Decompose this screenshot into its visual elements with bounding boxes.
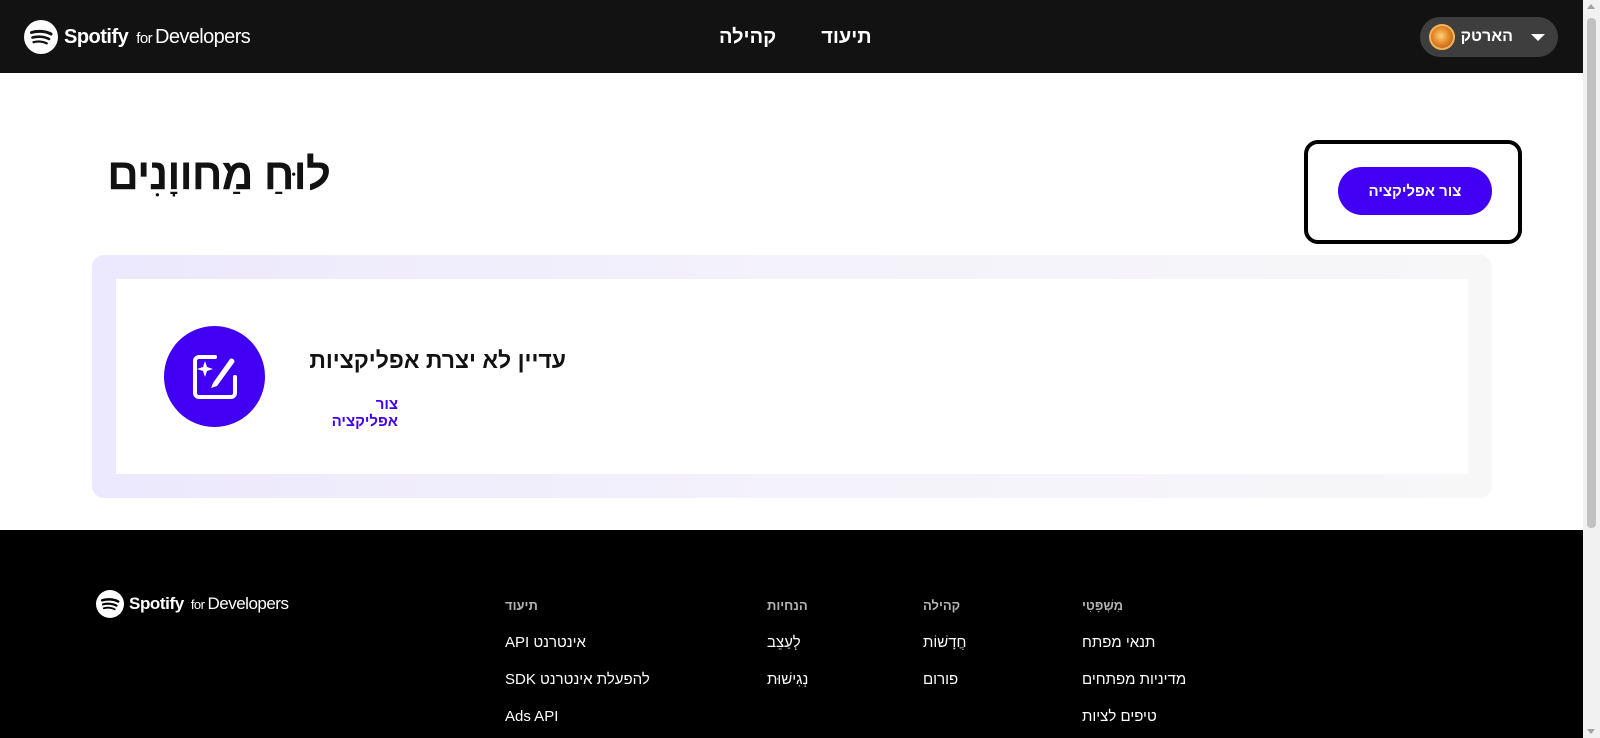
empty-state-card: עדיין לא יצרת אפליקציות צור אפליקציה [116,279,1468,474]
footer-brand-suffix: for Developers [191,594,289,614]
footer-link-forum[interactable]: פורום [923,671,966,689]
create-app-icon [164,326,265,427]
brand-developers: Developers [155,25,251,48]
create-app-button[interactable]: צור אפליקציה [1338,167,1492,215]
page: Spotify for Developers קהילה תיעוד הארטק … [0,0,1583,738]
empty-state-title: עדיין לא יצרת אפליקציות [309,347,566,373]
main-nav: קהילה תיעוד [719,26,872,49]
footer-link-web-api[interactable]: API אינטרנט [505,634,650,652]
footer-link-accessibility[interactable]: נְגִישׁוּת [767,671,808,689]
top-header: Spotify for Developers קהילה תיעוד הארטק [0,0,1583,73]
footer-link-ads-api[interactable]: Ads API [505,708,650,726]
spotify-logo-icon [96,590,124,618]
scrollbar-thumb[interactable] [1587,18,1596,528]
footer-link-design[interactable]: לְעַצֵב [767,634,808,652]
spotify-developers-logo[interactable]: Spotify for Developers [24,20,251,54]
scroll-down-arrow-icon[interactable] [1587,729,1595,734]
brand-suffix: for Developers [136,26,250,49]
footer-spotify-developers-logo[interactable]: Spotify for Developers [96,590,289,618]
empty-state-panel: עדיין לא יצרת אפליקציות צור אפליקציה [92,255,1492,498]
brand-for: for [136,29,152,47]
footer-link-developer-terms[interactable]: תנאי מפתח [1082,634,1186,652]
scroll-up-arrow-icon[interactable] [1587,4,1595,9]
footer-brand-name: Spotify [129,594,184,613]
edit-sparkle-icon [193,355,237,399]
footer-link-web-playback-sdk[interactable]: SDK להפעלת אינטרנט [505,671,650,689]
create-app-link[interactable]: צור אפליקציה [306,396,398,430]
footer-heading-legal: מִשְׁפָּטִי [1082,598,1124,613]
avatar [1429,24,1455,50]
brand-name: Spotify [64,25,129,48]
chevron-down-icon [1531,34,1545,41]
footer-heading-docs: תיעוד [505,598,538,613]
footer-column-legal: מִשְׁפָּטִי תנאי מפתח מדיניות מפתחים טיפ… [1082,598,1186,738]
footer-brand-for: for [190,597,205,612]
footer-link-developer-policy[interactable]: מדיניות מפתחים [1082,671,1186,689]
footer: Spotify for Developers תיעוד API אינטרנט … [0,530,1583,738]
user-name: הארטק [1460,28,1513,45]
footer-column-guidelines: הנחיות לְעַצֵב נְגִישׁוּת [767,598,808,708]
footer-brand-developers: Developers [207,594,289,613]
footer-column-docs: תיעוד API אינטרנט SDK להפעלת אינטרנט Ads… [505,598,650,738]
nav-community[interactable]: קהילה [719,26,776,49]
page-title: לוּחַ מַחווָנִים [107,150,331,199]
nav-documentation[interactable]: תיעוד [821,26,871,49]
footer-heading-guidelines: הנחיות [767,598,808,613]
spotify-logo-icon [24,20,58,54]
footer-heading-community: קהילה [923,598,961,613]
footer-link-compliance-tips[interactable]: טיפים לציות [1082,708,1186,726]
vertical-scrollbar[interactable] [1583,0,1600,738]
footer-link-news[interactable]: חֲדָשׁוֹת [923,634,966,652]
footer-column-community: קהילה חֲדָשׁוֹת פורום [923,598,966,708]
user-menu-button[interactable]: הארטק [1420,17,1558,57]
